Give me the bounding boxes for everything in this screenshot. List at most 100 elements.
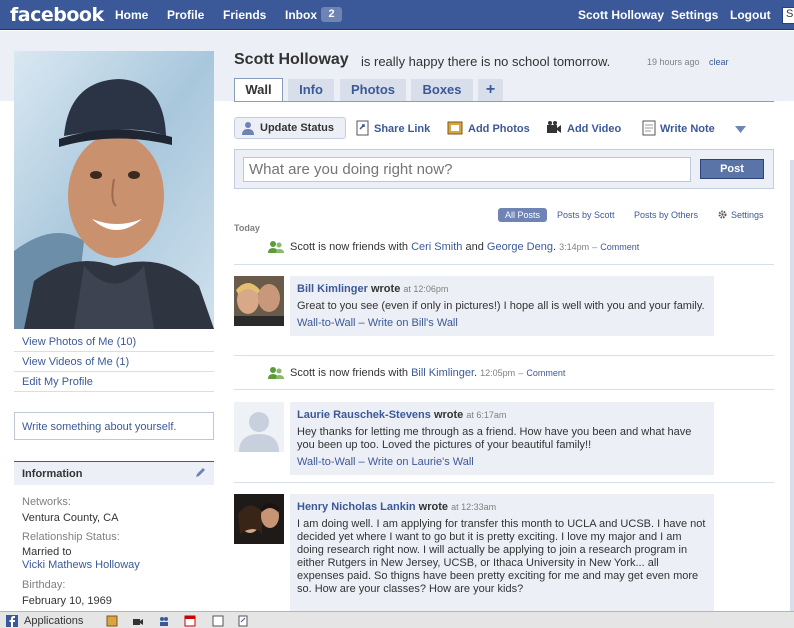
- post-body: I am doing well. I am applying for trans…: [297, 518, 706, 595]
- write-on-wall-link[interactable]: Write on Laurie's Wall: [368, 456, 474, 468]
- profile-links: View Photos of Me (10) View Videos of Me…: [14, 332, 214, 392]
- write-on-wall-link[interactable]: Write on Bill's Wall: [368, 317, 458, 329]
- edit-profile-link[interactable]: Edit My Profile: [14, 372, 214, 392]
- filter-posts-by-others[interactable]: Posts by Others: [634, 208, 698, 222]
- post-author-link[interactable]: Bill Kimlinger: [297, 283, 368, 295]
- information-header: Information: [14, 461, 214, 485]
- friends-icon: [268, 367, 284, 379]
- add-video-button[interactable]: Add Video: [567, 121, 621, 137]
- applications-bar: Applications: [0, 611, 794, 628]
- add-photos-button[interactable]: Add Photos: [468, 121, 530, 137]
- avatar[interactable]: [234, 494, 284, 544]
- avatar[interactable]: [234, 276, 284, 326]
- filter-all-posts[interactable]: All Posts: [498, 208, 547, 222]
- more-actions-chevron-down-icon[interactable]: [735, 126, 746, 133]
- write-about-yourself-box[interactable]: Write something about yourself.: [14, 412, 214, 440]
- gear-icon[interactable]: [718, 210, 727, 219]
- friend-link-bill[interactable]: Bill Kimlinger: [411, 367, 474, 379]
- friend-link-ceri[interactable]: Ceri Smith: [411, 241, 462, 253]
- post-author-link[interactable]: Henry Nicholas Lankin: [297, 501, 416, 513]
- add-tab-button[interactable]: +: [478, 79, 503, 101]
- filter-settings-link[interactable]: Settings: [731, 208, 764, 222]
- groups-app-icon[interactable]: [158, 615, 170, 627]
- feed-divider: [234, 264, 774, 265]
- story-2-time: 12:05pm: [480, 368, 516, 378]
- relationship-label: Relationship Status:: [22, 531, 120, 543]
- nav-friends-link[interactable]: Friends: [223, 8, 266, 22]
- applications-menu[interactable]: Applications: [24, 615, 83, 627]
- nav-home-link[interactable]: Home: [115, 8, 148, 22]
- friend-story-2: Scott is now friends with Bill Kimlinger…: [290, 367, 566, 379]
- story-1-comment-link[interactable]: Comment: [600, 242, 639, 252]
- add-photos-icon: [447, 121, 463, 135]
- person-icon: [242, 122, 254, 135]
- search-input[interactable]: S: [782, 7, 794, 24]
- tab-wall[interactable]: Wall: [234, 78, 283, 102]
- status-message: is really happy there is no school tomor…: [361, 54, 611, 69]
- networks-label: Networks:: [22, 496, 71, 508]
- post-body: Great to you see (even if only in pictur…: [297, 300, 705, 312]
- tabs-divider: [234, 101, 774, 102]
- facebook-logo[interactable]: facebook: [10, 4, 104, 26]
- share-link-button[interactable]: Share Link: [374, 121, 430, 137]
- wall-to-wall-link[interactable]: Wall-to-Wall: [297, 456, 355, 468]
- share-link-icon: [356, 120, 369, 136]
- wall-post-laurie: Laurie Rauschek-Stevens wrote at 6:17am …: [290, 402, 714, 475]
- story-2-comment-link[interactable]: Comment: [526, 368, 565, 378]
- tab-info[interactable]: Info: [288, 79, 334, 101]
- notes-app-icon[interactable]: [212, 615, 224, 627]
- post-body: Hey thanks for letting me through as a f…: [297, 426, 692, 451]
- view-photos-link[interactable]: View Photos of Me (10): [14, 332, 214, 352]
- spouse-link[interactable]: Vicki Mathews Holloway: [22, 559, 140, 571]
- post-author-link[interactable]: Laurie Rauschek-Stevens: [297, 409, 431, 421]
- nav-settings-link[interactable]: Settings: [671, 8, 718, 22]
- friend-link-george[interactable]: George Deng: [487, 241, 553, 253]
- post-wrote-label: wrote: [418, 501, 448, 513]
- profile-name: Scott Holloway: [234, 51, 349, 68]
- status-input[interactable]: [243, 157, 691, 182]
- clear-status-link[interactable]: clear: [709, 57, 729, 67]
- calendar-app-icon[interactable]: [184, 615, 196, 627]
- story-1-and: and: [465, 241, 484, 253]
- video-camera-icon: [547, 121, 561, 133]
- filter-posts-by-scott[interactable]: Posts by Scott: [557, 208, 615, 222]
- story-1-time: 3:14pm: [559, 242, 590, 252]
- update-status-button[interactable]: Update Status: [234, 117, 346, 139]
- tab-boxes[interactable]: Boxes: [411, 79, 473, 101]
- right-edge-rail: [790, 160, 794, 611]
- wall-post-henry: Henry Nicholas Lankin wrote at 12:33am I…: [290, 494, 714, 611]
- facebook-f-icon[interactable]: [6, 615, 18, 627]
- story-2-text: Scott is now friends with: [290, 367, 408, 379]
- wall-to-wall-link[interactable]: Wall-to-Wall: [297, 317, 355, 329]
- post-button[interactable]: Post: [700, 159, 764, 179]
- links-app-icon[interactable]: [237, 615, 249, 627]
- pencil-icon[interactable]: [195, 467, 206, 478]
- story-1-text: Scott is now friends with: [290, 241, 408, 253]
- post-wrote-label: wrote: [433, 409, 464, 421]
- inbox-count-badge[interactable]: 2: [321, 7, 342, 22]
- networks-value: Ventura County, CA: [22, 512, 119, 524]
- feed-divider: [234, 482, 774, 483]
- top-nav-bar: facebook Home Profile Friends Inbox 2 Sc…: [0, 0, 794, 30]
- today-label: Today: [234, 223, 260, 233]
- feed-divider: [234, 355, 774, 356]
- status-composer: Post: [234, 149, 774, 189]
- friend-story-1: Scott is now friends with Ceri Smith and…: [290, 241, 640, 253]
- nav-logout-link[interactable]: Logout: [730, 8, 771, 22]
- profile-photo[interactable]: [14, 51, 214, 329]
- photos-app-icon[interactable]: [106, 615, 118, 627]
- nav-user-link[interactable]: Scott Holloway: [578, 8, 664, 22]
- wall-post-bill: Bill Kimlinger wrote at 12:06pm Great to…: [290, 276, 714, 336]
- tab-photos[interactable]: Photos: [340, 79, 406, 101]
- nav-inbox-link[interactable]: Inbox: [285, 8, 317, 22]
- video-app-icon[interactable]: [132, 615, 144, 627]
- nav-profile-link[interactable]: Profile: [167, 8, 204, 22]
- relationship-value: Married to: [22, 546, 72, 558]
- post-time: at 6:17am: [466, 410, 507, 420]
- avatar[interactable]: [234, 402, 284, 452]
- view-videos-link[interactable]: View Videos of Me (1): [14, 352, 214, 372]
- note-icon: [642, 120, 656, 136]
- post-time: at 12:33am: [451, 502, 497, 512]
- write-note-button[interactable]: Write Note: [660, 121, 715, 137]
- birthday-label: Birthday:: [22, 579, 66, 591]
